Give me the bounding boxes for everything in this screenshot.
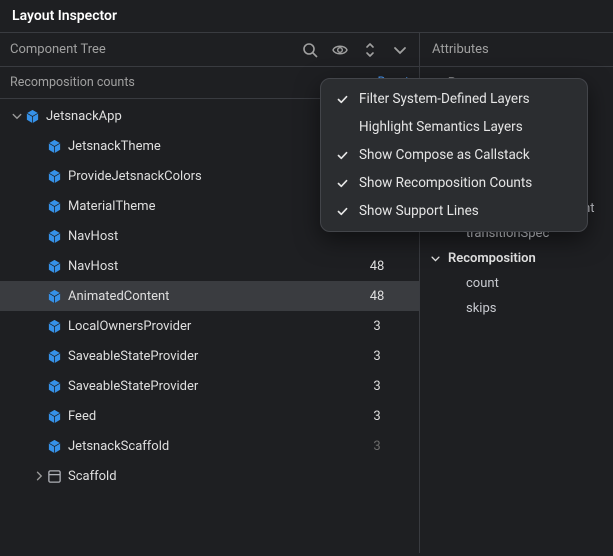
check-icon (335, 205, 349, 218)
chevron-right-icon[interactable] (32, 470, 46, 482)
chevron-down-icon[interactable] (10, 110, 24, 122)
attr-group-label: Recomposition (448, 251, 536, 266)
recomposition-count: 48 (347, 259, 407, 274)
tree-node-label: MaterialTheme (68, 199, 347, 214)
recomposition-count: 3 (347, 409, 407, 424)
compose-icon (24, 108, 40, 124)
tree-node-label: JetsnackScaffold (68, 439, 347, 454)
attr-row[interactable]: count (420, 271, 613, 296)
compose-icon (46, 138, 62, 154)
title-bar: Layout Inspector (0, 0, 613, 33)
layout-icon (46, 468, 62, 484)
popup-item[interactable]: Show Compose as Callstack (321, 141, 587, 169)
compose-icon (46, 168, 62, 184)
recomposition-count: 3 (347, 439, 407, 454)
popup-item[interactable]: Show Recomposition Counts (321, 169, 587, 197)
tree-row[interactable]: LocalOwnersProvider3 (0, 311, 419, 341)
tree-node-label: SaveableStateProvider (68, 349, 347, 364)
attributes-title: Attributes (432, 42, 489, 57)
popup-item[interactable]: Show Support Lines (321, 197, 587, 225)
component-tree-title: Component Tree (10, 42, 106, 57)
recomposition-count: 3 (347, 379, 407, 394)
tree-node-label: Feed (68, 409, 347, 424)
tree-node-label: JetsnackApp (46, 109, 347, 124)
compose-icon (46, 378, 62, 394)
tree-row[interactable]: AnimatedContent48 (0, 281, 419, 311)
popup-item-label: Highlight Semantics Layers (359, 119, 523, 135)
chevron-down-icon (430, 253, 442, 264)
compose-icon (46, 318, 62, 334)
chevron-down-icon[interactable] (391, 41, 409, 59)
compose-icon (46, 348, 62, 364)
popup-item-label: Filter System-Defined Layers (359, 91, 530, 107)
tree-node-label: JetsnackTheme (68, 139, 347, 154)
tree-node-label: NavHost (68, 259, 347, 274)
compose-icon (46, 228, 62, 244)
check-icon (335, 93, 349, 106)
tree-row[interactable]: Feed3 (0, 401, 419, 431)
attr-row[interactable]: skips (420, 296, 613, 321)
tree-row[interactable]: Scaffold (0, 461, 419, 491)
title-text: Layout Inspector (12, 8, 117, 24)
recomposition-count: 48 (347, 289, 407, 304)
check-icon (335, 149, 349, 162)
attr-name: count (466, 276, 499, 291)
popup-item-label: Show Compose as Callstack (359, 147, 530, 163)
tree-node-label: NavHost (68, 229, 347, 244)
tree-node-label: Scaffold (68, 469, 347, 484)
tree-node-label: SaveableStateProvider (68, 379, 347, 394)
compose-icon (46, 408, 62, 424)
attr-name: skips (466, 301, 496, 316)
popup-item-label: Show Recomposition Counts (359, 175, 532, 191)
popup-item-label: Show Support Lines (359, 203, 479, 219)
compose-icon (46, 258, 62, 274)
search-icon[interactable] (301, 41, 319, 59)
tree-node-label: ProvideJetsnackColors (68, 169, 347, 184)
compose-icon (46, 438, 62, 454)
eye-icon[interactable] (331, 41, 349, 59)
tree-node-label: AnimatedContent (68, 289, 347, 304)
popup-item[interactable]: Highlight Semantics Layers (321, 113, 587, 141)
tree-row[interactable]: NavHost48 (0, 251, 419, 281)
check-icon (335, 177, 349, 190)
compose-icon (46, 288, 62, 304)
attr-group-recomposition[interactable]: Recomposition (420, 246, 613, 271)
popup-item[interactable]: Filter System-Defined Layers (321, 85, 587, 113)
expand-collapse-icon[interactable] (361, 41, 379, 59)
view-options-popup: Filter System-Defined Layers Highlight Se… (320, 78, 588, 232)
recomposition-count: 3 (347, 349, 407, 364)
compose-icon (46, 198, 62, 214)
recomposition-counts-label: Recomposition counts (10, 75, 135, 90)
recomposition-count: 3 (347, 319, 407, 334)
tree-row[interactable]: SaveableStateProvider3 (0, 341, 419, 371)
tree-row[interactable]: JetsnackScaffold3 (0, 431, 419, 461)
tree-node-label: LocalOwnersProvider (68, 319, 347, 334)
tree-row[interactable]: SaveableStateProvider3 (0, 371, 419, 401)
